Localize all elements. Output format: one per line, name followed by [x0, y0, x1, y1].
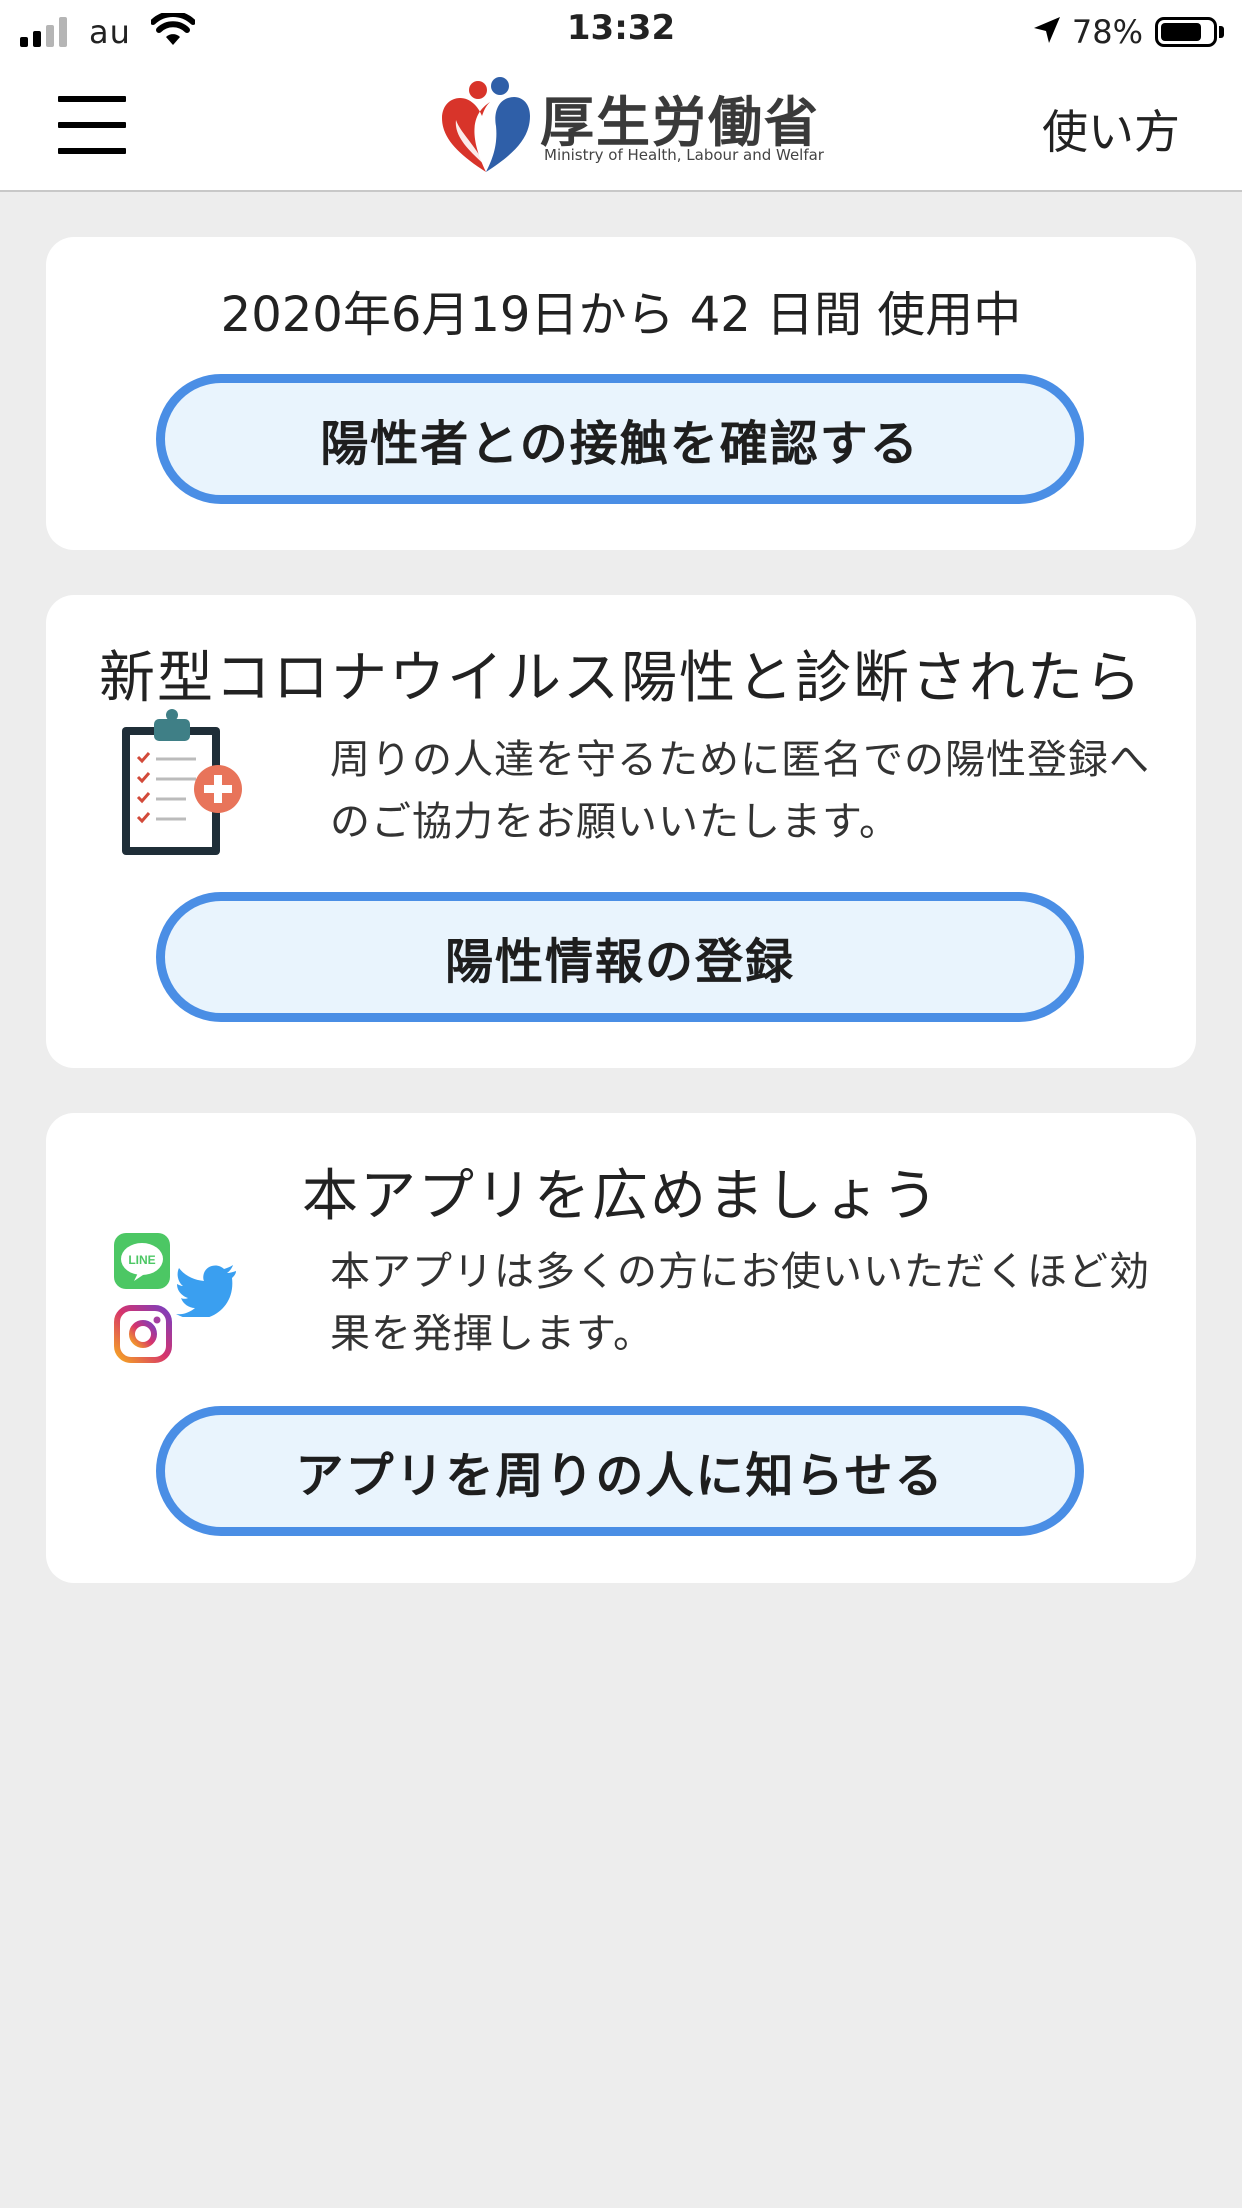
instagram-icon[interactable]: [114, 1305, 172, 1363]
howto-link[interactable]: 使い方: [1042, 96, 1180, 162]
share-app-button[interactable]: アプリを周りの人に知らせる: [156, 1406, 1084, 1536]
mhlw-logo-mark-icon: [442, 77, 530, 172]
status-right: 78%: [1032, 12, 1224, 52]
battery-percent: 78%: [1071, 13, 1143, 51]
app-header: 厚生労働省 Ministry of Health, Labour and Wel…: [0, 62, 1242, 192]
positive-card-title: 新型コロナウイルス陽性と診断されたら: [99, 646, 1143, 711]
line-icon-text: LINE: [128, 1253, 155, 1267]
register-positive-button[interactable]: 陽性情報の登録: [156, 892, 1084, 1022]
mhlw-logo: 厚生労働省 Ministry of Health, Labour and Wel…: [438, 76, 824, 176]
medical-clipboard-icon: [122, 709, 242, 855]
hamburger-menu-icon[interactable]: [58, 92, 128, 162]
usage-duration-text: 2020年6月19日から 42 日間 使用中: [220, 287, 1022, 343]
location-arrow-icon: [1032, 15, 1062, 49]
share-app-card: 本アプリを広めましょう LINE 本アプリは多くの方にお使いいただくほど効果を発…: [46, 1113, 1196, 1583]
check-contact-button[interactable]: 陽性者との接触を確認する: [156, 374, 1084, 504]
logo-subtitle: Ministry of Health, Labour and Welfar: [544, 146, 824, 164]
usage-card: 2020年6月19日から 42 日間 使用中 陽性者との接触を確認する: [46, 237, 1196, 550]
twitter-icon[interactable]: [176, 1265, 238, 1317]
positive-registration-card: 新型コロナウイルス陽性と診断されたら 周りの人達を守るために匿名での陽性登録への…: [46, 595, 1196, 1068]
app-screen: au 13:32 78% 厚生労働省 Ministry of Health, L…: [0, 0, 1242, 2208]
share-card-title: 本アプリを広めましょう: [302, 1164, 940, 1229]
battery-icon: [1155, 17, 1217, 47]
line-icon[interactable]: LINE: [114, 1233, 170, 1289]
positive-card-description: 周りの人達を守るために匿名での陽性登録へのご協力をお願いいたします。: [330, 737, 1150, 845]
share-card-description: 本アプリは多くの方にお使いいただくほど効果を発揮します。: [330, 1249, 1150, 1357]
status-bar: au 13:32 78%: [0, 0, 1242, 62]
